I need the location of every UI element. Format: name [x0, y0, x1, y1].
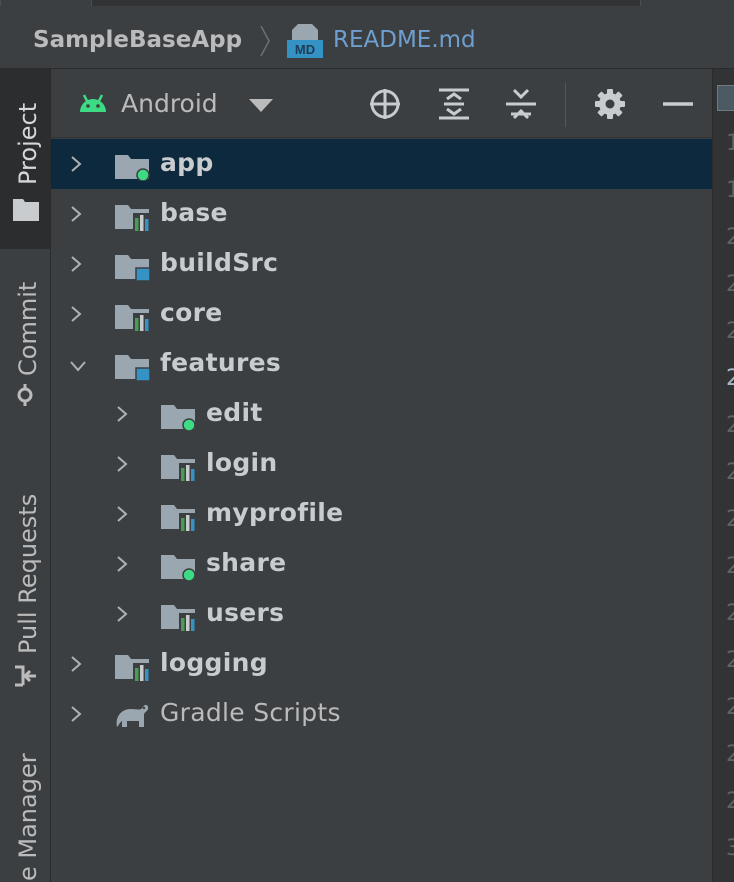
breadcrumb-project[interactable]: SampleBaseApp — [33, 27, 242, 53]
tree-row-label: users — [206, 598, 285, 627]
view-mode-selector[interactable]: Android — [121, 89, 218, 118]
gradle-elephant-icon — [116, 704, 149, 727]
chevron-right-icon[interactable] — [69, 655, 83, 673]
line-number: 2 — [726, 225, 734, 250]
tree-row-label: logging — [160, 648, 268, 677]
project-tree: app base buildSrc core features edit login mypr… — [51, 139, 712, 882]
library-module-folder-icon — [115, 305, 151, 331]
tree-row[interactable]: edit — [51, 389, 712, 439]
tool-tab-pull-requests-label: Pull Requests — [14, 493, 42, 654]
library-module-folder-icon — [161, 505, 197, 531]
tool-tab-commit[interactable]: Commit — [0, 264, 50, 414]
line-number: 3 — [726, 836, 734, 861]
tool-tab-manager-label: e Manager — [14, 753, 42, 881]
gear-icon[interactable] — [593, 87, 627, 121]
line-number: 2 — [726, 695, 734, 720]
expand-all-icon[interactable] — [437, 87, 471, 121]
line-number: 2 — [726, 507, 734, 532]
line-number: 2 — [726, 413, 734, 438]
app-module-folder-icon — [161, 555, 196, 581]
editor-tabs-strip — [0, 0, 734, 6]
line-number: 2 — [726, 366, 734, 391]
tool-tab-manager[interactable]: e Manager — [0, 749, 50, 882]
tool-tab-commit-label: Commit — [14, 281, 42, 376]
tree-row[interactable]: Gradle Scripts — [51, 689, 712, 739]
tool-tab-project[interactable]: Project — [0, 69, 50, 249]
tree-row-label: login — [206, 448, 278, 477]
line-number: 1 — [726, 178, 734, 203]
line-number: 2 — [726, 742, 734, 767]
tree-row[interactable]: logging — [51, 639, 712, 689]
chevron-right-icon[interactable] — [69, 305, 83, 323]
tool-tab-pull-requests[interactable]: Pull Requests — [0, 464, 50, 694]
line-number: 2 — [726, 789, 734, 814]
editor-scroll-marker — [717, 85, 734, 111]
minimize-icon[interactable] — [661, 87, 695, 121]
collapse-all-icon[interactable] — [504, 87, 538, 121]
chevron-right-icon[interactable] — [69, 705, 83, 723]
navigation-bar: SampleBaseApp MD README.md — [0, 0, 734, 69]
editor-tab[interactable] — [0, 0, 92, 6]
tree-row-label: myprofile — [206, 498, 344, 527]
breadcrumb-file[interactable]: README.md — [333, 27, 476, 53]
tree-row-label: base — [160, 198, 228, 227]
line-number: 2 — [726, 319, 734, 344]
svg-text:MD: MD — [295, 42, 315, 57]
tree-row[interactable]: buildSrc — [51, 239, 712, 289]
tree-row-label: core — [160, 298, 223, 327]
project-panel: Android app base buildSrc core features … — [51, 69, 712, 882]
breadcrumb-separator-icon — [260, 25, 270, 57]
tree-row-label: share — [206, 548, 287, 577]
tree-row-label: edit — [206, 398, 263, 427]
editor-gutter: 11222222222222233 — [712, 69, 734, 882]
source-folder-icon — [115, 355, 151, 381]
chevron-right-icon[interactable] — [115, 455, 129, 473]
pull-request-icon — [15, 665, 36, 687]
tree-row[interactable]: login — [51, 439, 712, 489]
tree-row[interactable]: app — [51, 139, 712, 189]
library-module-folder-icon — [115, 655, 151, 681]
android-icon — [80, 94, 106, 112]
chevron-right-icon[interactable] — [115, 405, 129, 423]
commit-icon — [17, 384, 33, 406]
chevron-right-icon[interactable] — [69, 205, 83, 223]
tree-row[interactable]: share — [51, 539, 712, 589]
tree-row-label: features — [160, 348, 282, 377]
line-number: 2 — [726, 648, 734, 673]
app-module-folder-icon — [161, 405, 196, 431]
toolbar-divider — [565, 83, 566, 127]
folder-icon — [13, 199, 39, 221]
library-module-folder-icon — [115, 205, 151, 231]
chevron-down-icon[interactable] — [69, 359, 87, 373]
tree-row-label: app — [160, 148, 214, 177]
chevron-right-icon[interactable] — [69, 155, 83, 173]
chevron-right-icon[interactable] — [115, 505, 129, 523]
chevron-down-icon[interactable] — [249, 99, 273, 113]
source-folder-icon — [115, 255, 151, 281]
chevron-right-icon[interactable] — [69, 255, 83, 273]
tree-row[interactable]: myprofile — [51, 489, 712, 539]
tree-row[interactable]: features — [51, 339, 712, 389]
locate-icon[interactable] — [368, 87, 402, 121]
tool-window-strip: Project Commit Pull Requests e Manager — [0, 69, 51, 882]
tree-row[interactable]: base — [51, 189, 712, 239]
tree-row[interactable]: users — [51, 589, 712, 639]
markdown-file-icon: MD — [287, 24, 323, 58]
line-number: 2 — [726, 460, 734, 485]
library-module-folder-icon — [161, 605, 197, 631]
line-number: 2 — [726, 554, 734, 579]
tree-row-label: Gradle Scripts — [160, 698, 341, 727]
chevron-right-icon[interactable] — [115, 605, 129, 623]
tree-row[interactable]: core — [51, 289, 712, 339]
library-module-folder-icon — [161, 455, 197, 481]
tree-row-label: buildSrc — [160, 248, 279, 277]
line-number: 2 — [726, 272, 734, 297]
chevron-right-icon[interactable] — [115, 555, 129, 573]
tool-tab-project-label: Project — [14, 102, 42, 185]
editor-tab[interactable] — [640, 0, 734, 6]
app-module-folder-icon — [115, 155, 150, 181]
line-number: 1 — [726, 131, 734, 156]
line-number: 2 — [726, 601, 734, 626]
project-panel-header: Android — [51, 69, 712, 138]
